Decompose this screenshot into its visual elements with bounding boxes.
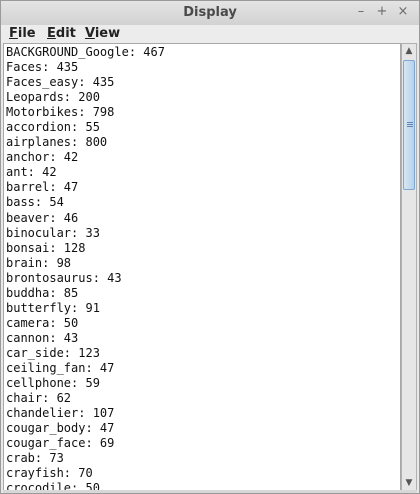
text-line: butterfly: 91: [6, 300, 100, 315]
text-line: binocular: 33: [6, 225, 100, 240]
scroll-down-arrow-icon[interactable]: ▼: [402, 476, 416, 490]
text-line: accordion: 55: [6, 120, 100, 135]
menu-bar: File Edit View: [1, 25, 419, 43]
text-line: barrel: 47: [6, 180, 79, 195]
text-line: Faces_easy: 435: [6, 75, 115, 90]
horizontal-scrollbar-edge: [3, 490, 417, 493]
text-line: cellphone: 59: [6, 376, 100, 391]
title-bar[interactable]: Display – + ×: [1, 1, 419, 26]
display-window: Display – + × File Edit View BACKGROUND_…: [0, 0, 420, 494]
text-lines: BACKGROUND_Google: 467 Faces: 435 Faces_ea…: [6, 45, 165, 490]
text-line: airplanes: 800: [6, 135, 108, 150]
thumb-grip-line: [407, 124, 413, 125]
text-line: bonsai: 128: [6, 240, 86, 255]
menu-view[interactable]: View: [85, 26, 120, 42]
text-line: bass: 54: [6, 195, 64, 210]
close-icon[interactable]: ×: [395, 4, 411, 20]
text-line: chandelier: 107: [6, 406, 115, 421]
text-line: ant: 42: [6, 165, 57, 180]
text-line: camera: 50: [6, 315, 79, 330]
menu-view-mnemonic: V: [85, 26, 95, 41]
text-line: cougar_body: 47: [6, 421, 115, 436]
vertical-scrollbar[interactable]: ▲ ▼: [401, 43, 417, 491]
menu-view-label: iew: [94, 26, 121, 41]
scroll-up-arrow-icon[interactable]: ▲: [402, 44, 416, 58]
maximize-icon[interactable]: +: [374, 4, 390, 20]
text-line: brain: 98: [6, 255, 72, 270]
menu-edit[interactable]: Edit: [47, 26, 76, 42]
text-line: BACKGROUND_Google: 467: [6, 45, 165, 59]
text-line: cannon: 43: [6, 330, 79, 345]
thumb-grip-line: [407, 126, 413, 127]
text-line: cougar_face: 69: [6, 436, 115, 451]
thumb-grip-line: [407, 122, 413, 123]
text-line: car_side: 123: [6, 345, 100, 360]
scroll-thumb[interactable]: [403, 60, 415, 190]
menu-edit-label: dit: [55, 26, 76, 41]
menu-file[interactable]: File: [9, 26, 36, 42]
minimize-icon[interactable]: –: [353, 4, 369, 20]
menu-file-mnemonic: F: [9, 26, 18, 41]
text-line: beaver: 46: [6, 210, 79, 225]
text-line: crayfish: 70: [6, 466, 93, 481]
menu-edit-mnemonic: E: [47, 26, 56, 41]
text-line: brontosaurus: 43: [6, 270, 122, 285]
text-line: Motorbikes: 798: [6, 105, 115, 120]
text-line: chair: 62: [6, 391, 72, 406]
text-line: buddha: 85: [6, 285, 79, 300]
text-line: crab: 73: [6, 451, 64, 466]
menu-file-label: ile: [17, 26, 36, 41]
text-line: Faces: 435: [6, 60, 79, 75]
text-line: Leopards: 200: [6, 90, 100, 105]
text-line: ceiling_fan: 47: [6, 360, 115, 375]
text-display-area[interactable]: BACKGROUND_Google: 467 Faces: 435 Faces_ea…: [3, 43, 401, 491]
text-line: anchor: 42: [6, 150, 79, 165]
